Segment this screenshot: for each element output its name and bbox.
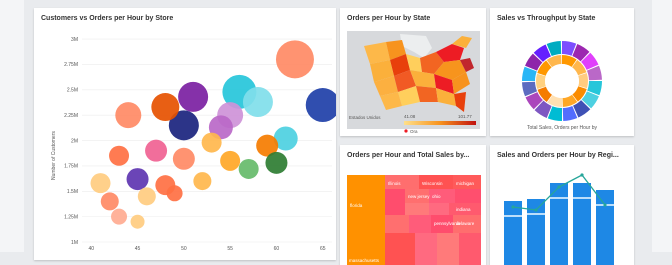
line-point[interactable]: [534, 208, 538, 212]
bubble-point[interactable]: [100, 192, 119, 211]
bubble-point[interactable]: [130, 214, 145, 229]
y-tick-label: 2M: [71, 138, 78, 144]
legend-min: 41.08: [404, 114, 416, 119]
bar-stripe: [504, 215, 522, 217]
bubble-point[interactable]: [265, 151, 288, 174]
donut-chart[interactable]: Total Sales, Orders per Hour by: [490, 8, 634, 136]
donut-inner-slice[interactable]: [536, 73, 546, 90]
sales-and-orders-by-region-card[interactable]: Sales and Orders per Hour by Regi...: [490, 145, 634, 265]
x-tick-label: 50: [181, 246, 187, 252]
bubble-point[interactable]: [111, 208, 128, 225]
combo-bar-line-chart[interactable]: [490, 145, 634, 265]
customers-vs-orders-card[interactable]: Customers vs Orders per Hour by Store Nu…: [34, 8, 336, 260]
treemap-label: massachusetts: [349, 258, 380, 263]
y-tick-label: 1.25M: [64, 214, 78, 220]
bubble-point[interactable]: [220, 150, 241, 171]
legend-gradient: [404, 121, 476, 125]
treemap-label: indiana: [456, 207, 471, 212]
bubble-point[interactable]: [172, 147, 195, 170]
right-window-edge: [652, 0, 672, 252]
bubble-point[interactable]: [242, 86, 273, 117]
bubble-point[interactable]: [109, 145, 130, 166]
x-tick-label: 45: [135, 246, 141, 252]
treemap-label: florida: [350, 203, 363, 208]
bubble-point[interactable]: [178, 81, 209, 112]
bar-mark[interactable]: [596, 190, 614, 265]
legend-max: 101.77: [458, 114, 472, 119]
bubble-point[interactable]: [238, 158, 259, 179]
bubble-point[interactable]: [151, 93, 180, 122]
line-point[interactable]: [557, 185, 561, 189]
bubble-point[interactable]: [275, 40, 314, 79]
treemap-chart[interactable]: florida Illinois Wisconsin michigan new …: [340, 145, 486, 265]
bubble-point[interactable]: [145, 139, 168, 162]
country-label: Estados Unidos: [349, 115, 381, 120]
bubble-point[interactable]: [166, 185, 183, 202]
legend-dot: [404, 129, 408, 133]
line-point[interactable]: [580, 173, 584, 177]
treemap-label: michigan: [456, 181, 475, 186]
y-tick-label: 2.25M: [64, 113, 78, 119]
orders-and-sales-treemap-card[interactable]: Orders per Hour and Total Sales by... fl…: [340, 145, 486, 265]
treemap-label: delaware: [456, 221, 475, 226]
x-tick-label: 60: [274, 246, 280, 252]
treemap-label: ohio: [432, 194, 441, 199]
treemap-label: Illinois: [388, 181, 401, 186]
treemap-label: Wisconsin: [422, 181, 443, 186]
x-tick-label: 65: [320, 246, 326, 252]
bubble-point[interactable]: [126, 168, 149, 191]
y-tick-label: 1.5M: [67, 189, 78, 195]
donut-inner-slice[interactable]: [578, 72, 588, 89]
bar-mark[interactable]: [573, 183, 591, 265]
bubble-point[interactable]: [305, 88, 336, 123]
y-axis-label: Number of Customers: [51, 131, 57, 180]
x-tick-label: 55: [227, 246, 233, 252]
treemap-label: new jersey: [408, 194, 430, 199]
sales-vs-throughput-card[interactable]: Sales vs Throughput by State Total Sales…: [490, 8, 634, 136]
left-window-edge: [0, 0, 24, 252]
donut-hole: [545, 64, 579, 98]
bar-stripe: [550, 197, 568, 199]
choropleth-map[interactable]: Estados Unidos 41.08 101.77 Ora: [340, 8, 486, 136]
legend-series: Ora: [410, 129, 418, 134]
y-tick-label: 3M: [71, 37, 78, 43]
line-point[interactable]: [511, 205, 515, 209]
bubble-point[interactable]: [201, 132, 222, 153]
bar-stripe: [527, 213, 545, 215]
bubble-chart[interactable]: Number of Customers 1M 1.25M 1.5M 1.75M 2M 2.…: [34, 8, 336, 260]
bar-mark[interactable]: [550, 183, 568, 265]
bubble-point[interactable]: [137, 187, 156, 206]
y-tick-label: 1M: [71, 240, 78, 246]
bubble-point[interactable]: [193, 172, 212, 191]
line-point[interactable]: [603, 203, 607, 207]
bar-mark[interactable]: [504, 201, 522, 265]
bubble-point[interactable]: [90, 173, 111, 194]
bar-stripe: [573, 197, 591, 199]
orders-by-state-card[interactable]: Orders per Hour by State Estados Unidos …: [340, 8, 486, 136]
bubble-point[interactable]: [115, 102, 142, 129]
x-tick-label: 40: [88, 246, 94, 252]
y-tick-label: 2.5M: [67, 88, 78, 94]
y-tick-label: 1.75M: [64, 164, 78, 170]
donut-caption: Total Sales, Orders per Hour by: [527, 125, 598, 131]
y-tick-label: 2.75M: [64, 62, 78, 68]
